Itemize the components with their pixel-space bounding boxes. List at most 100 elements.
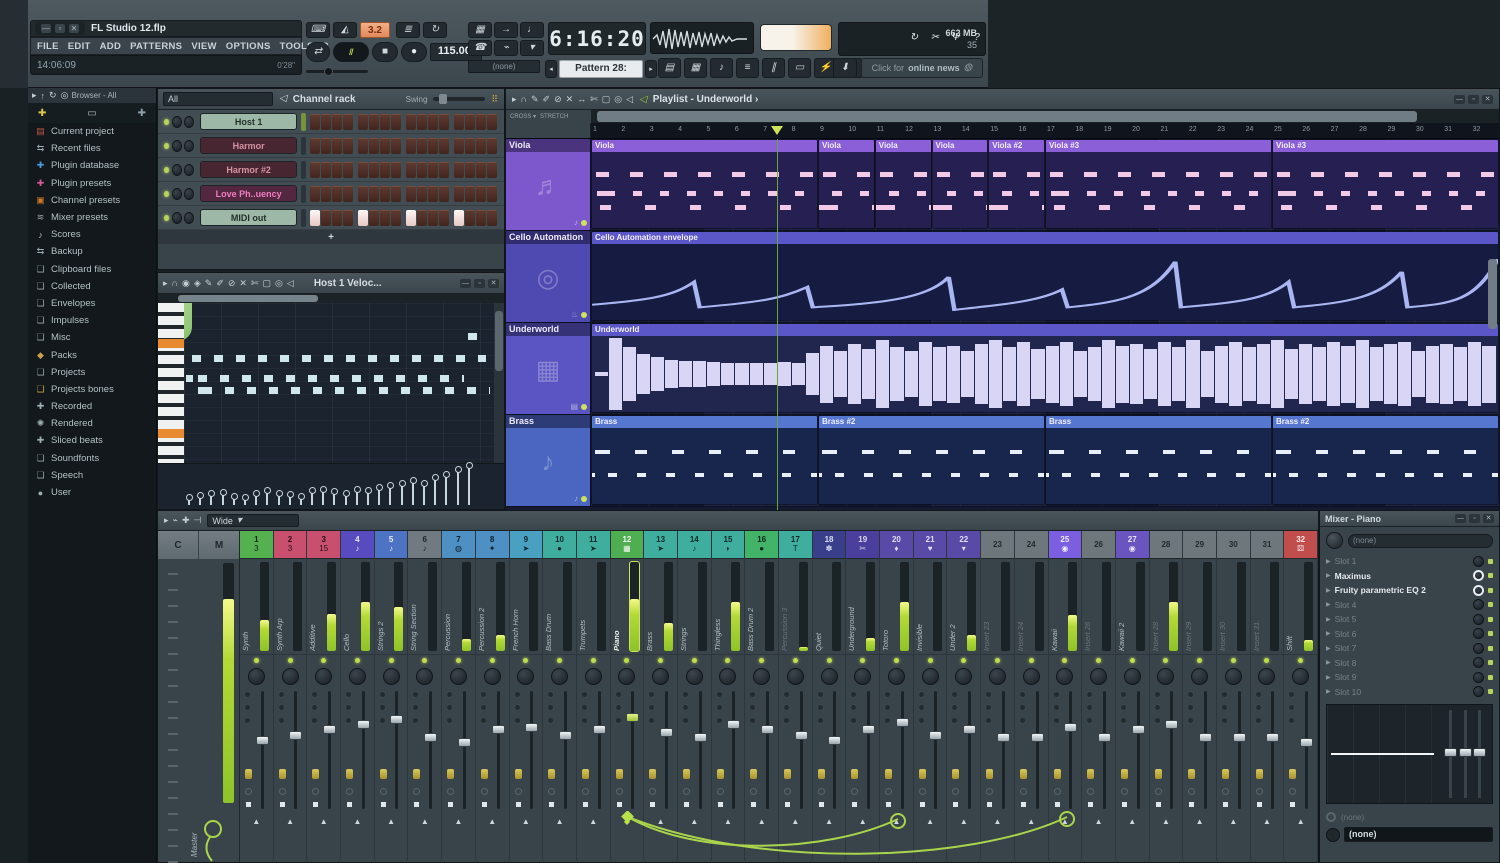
channel-target-strip[interactable]	[301, 209, 306, 227]
eq-mini-knob[interactable]	[615, 704, 622, 711]
strip-pan-knob[interactable]	[551, 668, 568, 685]
select-square[interactable]	[414, 802, 419, 807]
mixer-strip[interactable]: 31 Insert 31	[1251, 531, 1285, 863]
mixer-tool-icon[interactable]: ⊣	[194, 515, 202, 526]
transport-icon[interactable]: ≣	[396, 22, 420, 38]
track-mini-icon[interactable]: ♨	[571, 310, 578, 319]
route-arrow-icon[interactable]: ▲	[678, 815, 711, 829]
slot-plugin-name[interactable]: Slot 9	[1335, 672, 1469, 682]
select-square[interactable]	[1055, 802, 1060, 807]
stereo-sep-knob[interactable]	[1187, 691, 1194, 698]
browser-item[interactable]: ⇆ Backup	[28, 243, 156, 260]
step-cell[interactable]	[343, 138, 353, 154]
strip-pan-knob[interactable]	[1292, 668, 1309, 685]
stereo-sep-knob[interactable]	[446, 691, 453, 698]
mixer-strip[interactable]: 2 3 Synth Arp	[274, 531, 308, 863]
step-cell[interactable]	[428, 210, 438, 226]
eq-mini-knob[interactable]	[547, 704, 554, 711]
stereo-sep-knob[interactable]	[783, 691, 790, 698]
strip-number-tile[interactable]: 20 ♦	[880, 531, 913, 559]
close-icon[interactable]: ✕	[1483, 514, 1494, 523]
step-cell[interactable]	[343, 114, 353, 130]
mixer-strip[interactable]: 15 ◗ Thingless	[712, 531, 746, 863]
stereo-sep-knob[interactable]	[1288, 691, 1295, 698]
step-cell[interactable]	[487, 138, 497, 154]
strip-number-tile[interactable]: 16 ●	[745, 531, 778, 559]
browser-header-icon[interactable]: ↻	[49, 90, 57, 101]
channel-target-strip[interactable]	[301, 161, 306, 179]
fader-track[interactable]	[732, 691, 735, 809]
step-cell[interactable]	[487, 114, 497, 130]
track-mute-led[interactable]	[581, 220, 587, 226]
channel-enable-led[interactable]	[164, 119, 169, 125]
select-square[interactable]	[516, 802, 521, 807]
strip-enable-led[interactable]	[591, 658, 596, 663]
fader-track[interactable]	[968, 691, 971, 809]
step-cell[interactable]	[310, 210, 320, 226]
strip-number-tile[interactable]: 28	[1150, 531, 1183, 559]
eq-mini-knob[interactable]	[1019, 704, 1026, 711]
eq-high-slider[interactable]	[1478, 710, 1481, 798]
slot-enable-led[interactable]	[1488, 689, 1493, 694]
note-grid[interactable]	[184, 303, 494, 463]
fader-track[interactable]	[598, 691, 601, 809]
slot-enable-led[interactable]	[1488, 660, 1493, 665]
playlist-tool-icon[interactable]: ✐	[543, 94, 551, 105]
fader-handle[interactable]	[1031, 733, 1044, 742]
eq-mid-handle[interactable]	[1459, 748, 1472, 757]
main-volume-slider[interactable]	[306, 70, 368, 73]
strip-enable-led[interactable]	[456, 658, 461, 663]
track-lane[interactable]: Brass Brass #2 Brass	[591, 415, 1499, 506]
step-cell[interactable]	[380, 138, 390, 154]
step-cell[interactable]	[358, 210, 368, 226]
step-cell[interactable]	[487, 162, 497, 178]
strip-enable-led[interactable]	[1130, 658, 1135, 663]
mixer-strip[interactable]: 29 Insert 29	[1183, 531, 1217, 863]
eq-mini-knob[interactable]	[682, 704, 689, 711]
utility-icon[interactable]: ✂	[926, 24, 944, 52]
browser-item[interactable]: ❏ Speech	[28, 467, 156, 484]
channel-button[interactable]: Harmor	[200, 137, 297, 154]
strip-number-tile[interactable]: 1 3	[240, 531, 273, 559]
step-cell[interactable]	[454, 162, 464, 178]
strip-name[interactable]: Piano	[612, 562, 621, 651]
strip-enable-led[interactable]	[1264, 658, 1269, 663]
strip-number-tile[interactable]: 6 ♪	[408, 531, 441, 559]
mute-switch[interactable]	[1155, 769, 1162, 779]
strip-number-tile[interactable]: 12 ▦	[611, 531, 644, 559]
eq-low-slider[interactable]	[1449, 710, 1452, 798]
mixer-tool-icon[interactable]: ⌁	[173, 515, 178, 526]
strip-enable-led[interactable]	[254, 658, 259, 663]
step-cell[interactable]	[380, 114, 390, 130]
select-square[interactable]	[246, 802, 251, 807]
piano-roll-tool-icon[interactable]: ✕	[239, 278, 247, 289]
slot-arrow-icon[interactable]: ▶	[1326, 688, 1331, 695]
channel-enable-led[interactable]	[164, 215, 169, 221]
step-cell[interactable]	[454, 210, 464, 226]
slot-arrow-icon[interactable]: ▶	[1326, 601, 1331, 608]
utility-icon[interactable]: ↻	[905, 24, 923, 52]
playlist-title[interactable]: Playlist - Underworld ›	[653, 94, 759, 105]
eq-mini-knob[interactable]	[918, 704, 925, 711]
strip-pan-knob[interactable]	[1124, 668, 1141, 685]
strip-number-tile[interactable]: 7 ◍	[442, 531, 475, 559]
strip-pan-knob[interactable]	[248, 668, 265, 685]
strip-enable-led[interactable]	[1197, 658, 1202, 663]
record-arm-ring[interactable]	[818, 788, 825, 795]
strip-number-tile[interactable]: 30	[1217, 531, 1250, 559]
strip-enable-led[interactable]	[321, 658, 326, 663]
fx-mini-knob[interactable]	[446, 717, 453, 724]
strip-pan-knob[interactable]	[1023, 668, 1040, 685]
fader-track[interactable]	[1069, 691, 1072, 809]
mute-switch[interactable]	[346, 769, 353, 779]
select-square[interactable]	[280, 802, 285, 807]
mute-switch[interactable]	[582, 769, 589, 779]
step-cell[interactable]	[417, 186, 427, 202]
strip-name[interactable]: Insert 29	[1184, 562, 1193, 651]
mute-switch[interactable]	[952, 769, 959, 779]
piano-roll-tool-icon[interactable]: ∩	[172, 278, 178, 288]
fx-mini-knob[interactable]	[918, 717, 925, 724]
close-icon[interactable]: ✕	[488, 279, 499, 288]
minimize-icon[interactable]: —	[1454, 95, 1465, 104]
fader-handle[interactable]	[694, 733, 707, 742]
